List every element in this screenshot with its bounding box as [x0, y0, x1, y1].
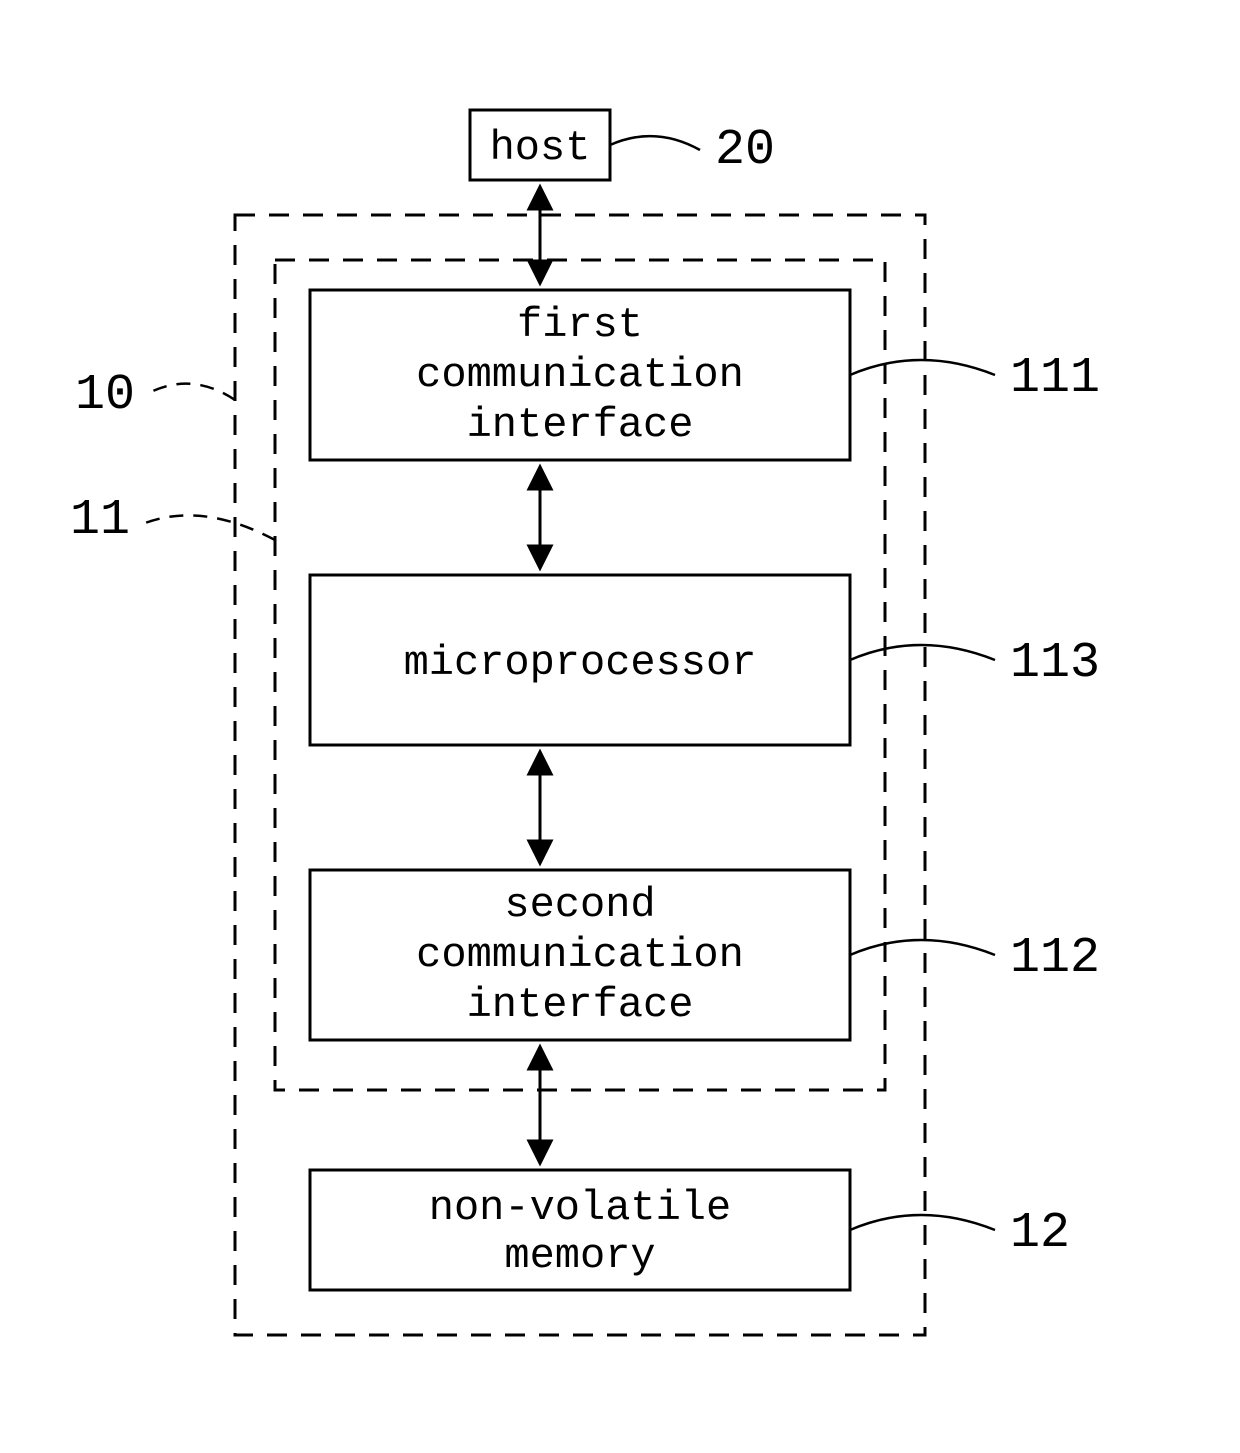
ref-11: 11 — [70, 492, 130, 549]
host-box: host — [470, 110, 610, 180]
nv-memory-line2: memory — [504, 1232, 655, 1280]
lead-12 — [850, 1215, 995, 1230]
nv-memory-box: non-volatile memory — [310, 1170, 850, 1290]
block-diagram: host first communication interface micro… — [0, 0, 1240, 1453]
microprocessor-label: microprocessor — [404, 639, 757, 687]
host-label: host — [490, 124, 591, 172]
nv-memory-line1: non-volatile — [429, 1184, 731, 1232]
first-comm-line1: first — [517, 301, 643, 349]
first-comm-line3: interface — [467, 401, 694, 449]
second-comm-box: second communication interface — [310, 870, 850, 1040]
ref-10: 10 — [75, 367, 135, 424]
second-comm-line1: second — [504, 881, 655, 929]
second-comm-line3: interface — [467, 981, 694, 1029]
lead-20 — [610, 136, 700, 150]
lead-10 — [145, 384, 235, 400]
ref-12: 12 — [1010, 1205, 1070, 1262]
first-comm-box: first communication interface — [310, 290, 850, 460]
microprocessor-box: microprocessor — [310, 575, 850, 745]
second-comm-line2: communication — [416, 931, 744, 979]
first-comm-line2: communication — [416, 351, 744, 399]
lead-112 — [850, 940, 995, 955]
ref-112: 112 — [1010, 930, 1100, 987]
lead-11 — [140, 515, 275, 540]
ref-113: 113 — [1010, 635, 1100, 692]
ref-20: 20 — [715, 122, 775, 179]
lead-113 — [850, 645, 995, 660]
lead-111 — [850, 360, 995, 375]
ref-111: 111 — [1010, 350, 1100, 407]
